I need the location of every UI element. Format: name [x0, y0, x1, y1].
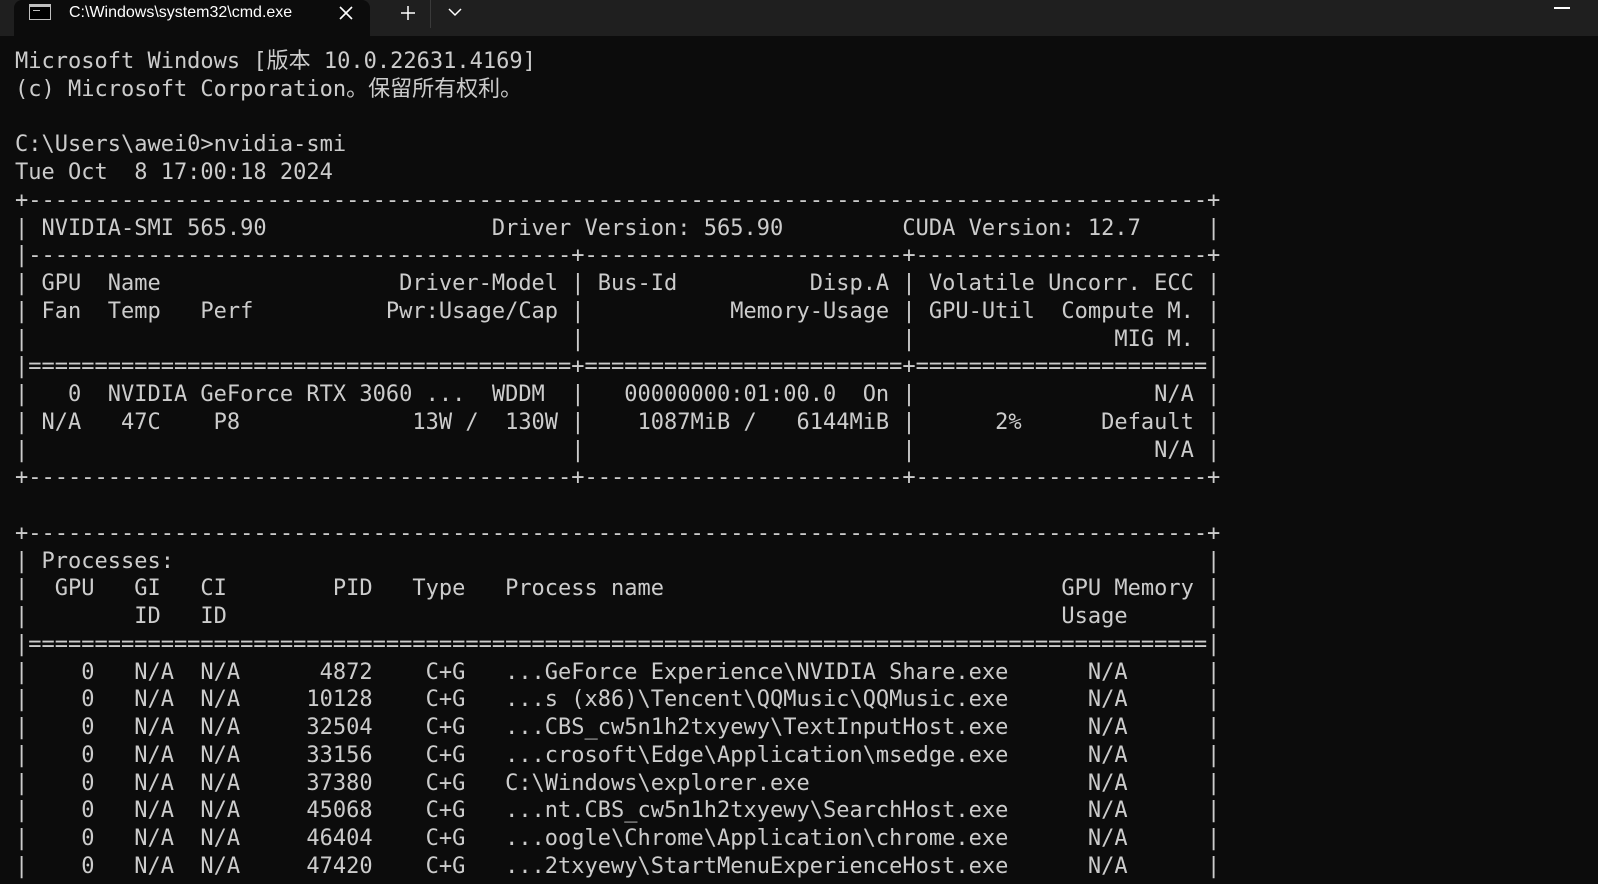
close-icon[interactable] [336, 3, 356, 23]
tab-cmd[interactable]: C:\Windows\system32\cmd.exe [14, 0, 370, 36]
console-lines: Microsoft Windows [版本 10.0.22631.4169] (c… [15, 48, 1220, 881]
console-line: | 0 N/A N/A 4872 C+G ...GeForce Experien… [15, 659, 1221, 685]
console-line: |=======================================… [15, 354, 1221, 380]
console-line: | ID ID Usage | [15, 604, 1221, 629]
console-line: +---------------------------------------… [15, 520, 1221, 546]
console-line: |---------------------------------------… [15, 243, 1221, 269]
console-line: | 0 NVIDIA GeForce RTX 3060 ... WDDM | 0… [15, 382, 1221, 407]
console-line: | | | MIG M. | [15, 326, 1221, 352]
console-line: | NVIDIA-SMI 565.90 Driver Version: 565.… [15, 215, 1221, 241]
console-line: | 0 N/A N/A 46404 C+G ...oogle\Chrome\Ap… [15, 826, 1221, 851]
console-line: | GPU Name Driver-Model | Bus-Id Disp.A … [15, 271, 1221, 296]
console-line: | Processes: | [15, 548, 1221, 574]
console-line: Tue Oct 8 17:00:18 2024 [15, 160, 333, 185]
console-output[interactable]: Microsoft Windows [版本 10.0.22631.4169] (c… [0, 36, 1598, 884]
plus-icon-glyph [401, 6, 415, 20]
console-line: | GPU GI CI PID Type Process name GPU Me… [15, 576, 1221, 602]
console-line: | 0 N/A N/A 45068 C+G ...nt.CBS_cw5n1h2t… [15, 798, 1221, 824]
console-line: |=======================================… [15, 631, 1221, 657]
chevron-down-icon[interactable] [447, 4, 463, 20]
console-line: | N/A 47C P8 13W / 130W | 1087MiB / 6144… [15, 409, 1221, 435]
tab-separator [430, 0, 431, 28]
plus-icon[interactable] [398, 3, 418, 23]
console-line: | Fan Temp Perf Pwr:Usage/Cap | Memory-U… [15, 298, 1221, 324]
console-line: | 0 N/A N/A 10128 C+G ...s (x86)\Tencent… [15, 687, 1221, 713]
console-line: | | | N/A | [15, 437, 1221, 463]
console-line: Microsoft Windows [版本 10.0.22631.4169] [15, 49, 536, 74]
tab-title: C:\Windows\system32\cmd.exe [69, 4, 293, 21]
console-line: | 0 N/A N/A 47420 C+G ...2txyewy\StartMe… [15, 853, 1221, 879]
cmd-icon [29, 4, 51, 20]
close-icon-glyph [339, 6, 353, 20]
chevron-down-icon-glyph [448, 8, 462, 17]
console-line: (c) Microsoft Corporation。保留所有权利。 [15, 76, 523, 102]
console-line: | 0 N/A N/A 37380 C+G C:\Windows\explore… [15, 770, 1221, 796]
console-line: C:\Users\awei0>nvidia-smi [15, 132, 347, 158]
minimize-icon[interactable] [1551, 0, 1573, 14]
console-line: +---------------------------------------… [15, 465, 1221, 491]
console-line: | 0 N/A N/A 33156 C+G ...crosoft\Edge\Ap… [15, 742, 1221, 768]
console-line: | 0 N/A N/A 32504 C+G ...CBS_cw5n1h2txye… [15, 715, 1221, 740]
console-line: +---------------------------------------… [15, 187, 1221, 213]
tab-bar: C:\Windows\system32\cmd.exe [0, 0, 1598, 36]
